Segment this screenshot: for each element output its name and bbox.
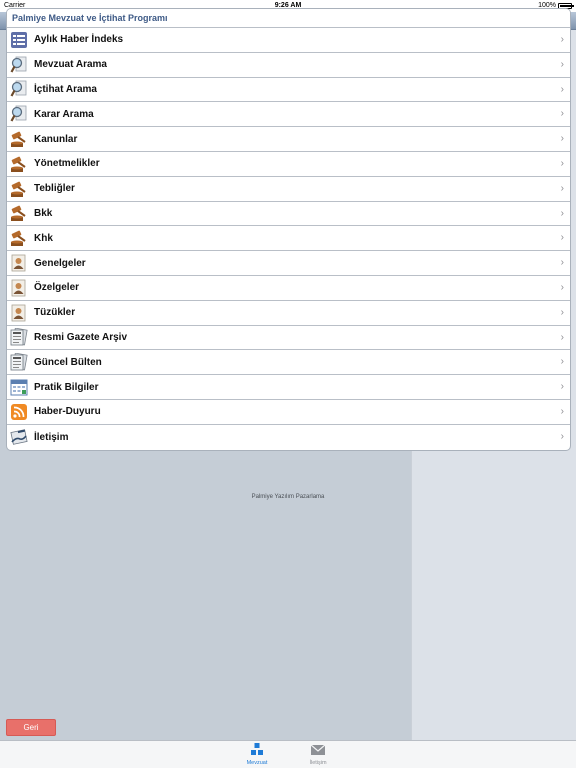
menu-table: Palmiye Mevzuat ve İçtihat Programı Aylı… — [6, 8, 571, 451]
row-label: Tüzükler — [34, 307, 76, 319]
row-label: Yönetmelikler — [34, 158, 100, 170]
gavel-icon — [10, 155, 28, 173]
row-label: Tebliğler — [34, 183, 75, 195]
chevron-right-icon: › — [560, 430, 564, 442]
chevron-right-icon: › — [560, 207, 564, 219]
table-row[interactable]: Kanunlar › — [7, 127, 570, 152]
row-label: Kanunlar — [34, 133, 78, 145]
gavel-icon — [10, 229, 28, 247]
chevron-right-icon: › — [560, 232, 564, 244]
tab-mevzuat[interactable]: Mevzuat — [227, 741, 287, 768]
newspaper-icon — [10, 328, 28, 346]
tab-iletisim[interactable]: İletişim — [288, 741, 348, 768]
chevron-right-icon: › — [560, 281, 564, 293]
chevron-right-icon: › — [560, 257, 564, 269]
chevron-right-icon: › — [560, 108, 564, 120]
row-label: Genelgeler — [34, 257, 86, 269]
row-label: Haber-Duyuru — [34, 406, 101, 418]
chevron-right-icon: › — [560, 34, 564, 45]
tab-iletisim-label: İletişim — [309, 760, 327, 766]
chevron-right-icon: › — [560, 306, 564, 318]
rss-icon — [10, 403, 28, 421]
table-row[interactable]: Karar Arama › — [7, 102, 570, 128]
table-row[interactable]: Khk › — [7, 226, 570, 252]
search-doc-icon — [10, 105, 28, 123]
table-row[interactable]: Yönetmelikler › — [7, 152, 570, 177]
person-doc-icon — [10, 279, 28, 297]
chevron-right-icon: › — [560, 83, 564, 95]
table-row[interactable]: Resmi Gazete Arşiv › — [7, 326, 570, 351]
table-row[interactable]: Tebliğler › — [7, 177, 570, 202]
chevron-right-icon: › — [560, 157, 564, 169]
row-label: Resmi Gazete Arşiv — [34, 331, 128, 343]
list-icon — [10, 31, 28, 49]
row-label: Aylık Haber İndeks — [34, 34, 124, 46]
chevron-right-icon: › — [560, 405, 564, 417]
mail-icon — [311, 744, 325, 755]
table-row[interactable]: Mevzuat Arama › — [7, 53, 570, 78]
tab-mevzuat-label: Mevzuat — [246, 760, 268, 766]
table-row[interactable]: Aylık Haber İndeks › — [7, 28, 570, 53]
table-row[interactable]: İletişim › — [7, 425, 570, 450]
table-row[interactable]: Güncel Bülten › — [7, 350, 570, 376]
table-row[interactable]: Bkk › — [7, 202, 570, 227]
footer-note: Palmiye Yazılım Pazarlama — [251, 494, 325, 500]
row-label: Khk — [34, 232, 53, 244]
table-row[interactable]: Tüzükler › — [7, 301, 570, 326]
row-label: Karar Arama — [34, 108, 94, 120]
gavel-icon — [10, 204, 28, 222]
tab-bar: Mevzuat İletişim — [0, 740, 576, 768]
gavel-icon — [10, 180, 28, 198]
row-label: Bkk — [34, 207, 53, 219]
row-label: İletişim — [34, 431, 69, 443]
calendar-icon — [10, 378, 28, 396]
contact-icon — [10, 428, 28, 446]
newspaper-icon — [10, 353, 28, 371]
row-label: Güncel Bülten — [34, 356, 102, 368]
chevron-right-icon: › — [560, 331, 564, 343]
chevron-right-icon: › — [560, 58, 564, 70]
table-row[interactable]: Pratik Bilgiler › — [7, 375, 570, 400]
table-row[interactable]: Haber-Duyuru › — [7, 400, 570, 425]
table-row[interactable]: Genelgeler › — [7, 251, 570, 276]
row-label: Mevzuat Arama — [34, 59, 107, 71]
chevron-right-icon: › — [560, 133, 564, 145]
chevron-right-icon: › — [560, 356, 564, 368]
chevron-right-icon: › — [560, 381, 564, 393]
table-row[interactable]: Özelgeler › — [7, 276, 570, 301]
row-label: Özelgeler — [34, 282, 80, 294]
grid-icon — [251, 743, 263, 755]
row-label: Pratik Bilgiler — [34, 381, 99, 393]
person-doc-icon — [10, 304, 28, 322]
table-header: Palmiye Mevzuat ve İçtihat Programı — [7, 9, 570, 28]
search-doc-icon — [10, 80, 28, 98]
row-label: İçtihat Arama — [34, 83, 97, 95]
gavel-icon — [10, 130, 28, 148]
table-row[interactable]: İçtihat Arama › — [7, 78, 570, 103]
search-doc-icon — [10, 56, 28, 74]
back-button[interactable]: Geri — [6, 719, 56, 736]
person-doc-icon — [10, 254, 28, 272]
chevron-right-icon: › — [560, 182, 564, 194]
